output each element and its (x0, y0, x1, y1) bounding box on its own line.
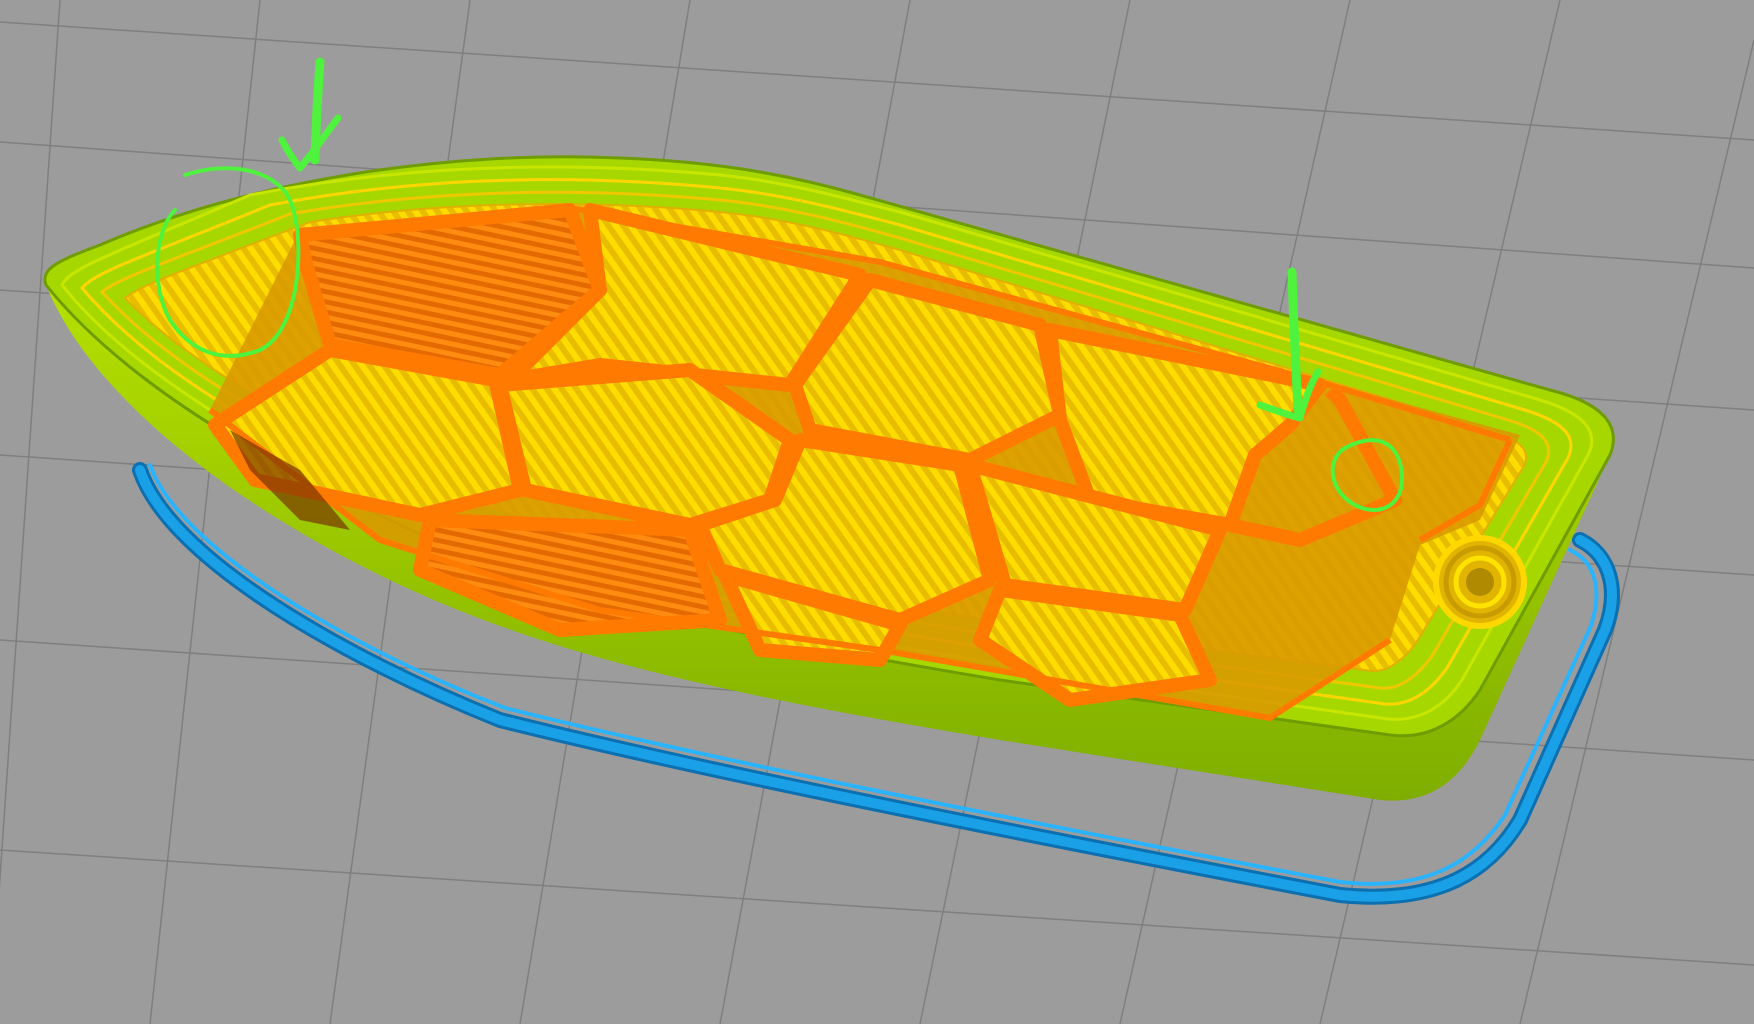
stern-hole-ring (1433, 535, 1527, 629)
arrow-icon (1287, 267, 1303, 415)
3d-preview-viewport[interactable] (0, 0, 1754, 1024)
arrow-icon (278, 114, 342, 172)
